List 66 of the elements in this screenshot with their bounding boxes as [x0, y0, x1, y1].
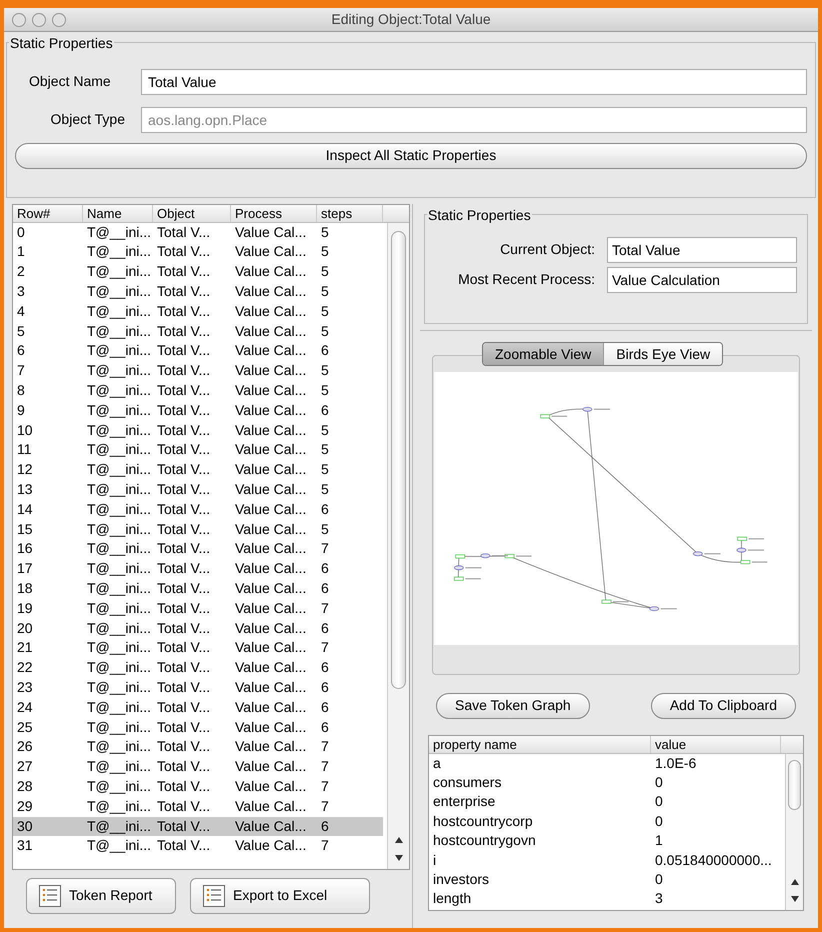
up-arrow-icon — [394, 836, 404, 844]
graph-node[interactable] — [737, 536, 765, 540]
view-tab[interactable]: Birds Eye View — [603, 342, 722, 365]
text-field[interactable]: Total Value — [607, 236, 797, 263]
up-arrow-icon — [790, 878, 800, 886]
table-cell-text: 0 — [654, 812, 664, 831]
table-cell-text: hostcountrygovn — [432, 831, 537, 850]
list-icon — [39, 884, 61, 907]
graph-node[interactable] — [736, 547, 765, 552]
window-control-button[interactable] — [52, 13, 66, 27]
table-row[interactable]: 30 T@__ini... Total V... Value Cal... 6 — [13, 816, 383, 836]
text-field[interactable]: Total Value — [141, 68, 807, 95]
inspect-button[interactable]: Inspect All Static Properties — [15, 142, 807, 169]
table-cell-text: 0 — [654, 870, 664, 889]
view-tab[interactable]: Zoomable View — [483, 342, 604, 365]
graph-node[interactable] — [740, 560, 768, 564]
column-header[interactable]: value — [651, 736, 781, 753]
graph-node[interactable] — [454, 565, 482, 570]
column-header[interactable]: steps — [317, 204, 383, 222]
field-label: Object Type — [50, 110, 126, 130]
graph-node[interactable] — [480, 553, 508, 558]
table-cell-text: 0 — [654, 773, 664, 792]
toolbar-button[interactable]: Token Report — [26, 878, 176, 914]
window-control-button[interactable] — [12, 13, 26, 27]
graph-node[interactable] — [693, 551, 721, 556]
table-cell-text: hostcountrycorp — [432, 812, 534, 831]
table-cell-text: a — [432, 754, 442, 773]
scroll-bar[interactable] — [387, 222, 409, 869]
table-cell-text: length — [432, 889, 472, 908]
down-arrow-icon — [394, 854, 404, 862]
window-title: Editing Object:Total Value — [331, 10, 491, 29]
down-arrow-icon — [790, 894, 800, 903]
list-icon — [203, 884, 225, 907]
table-cell-text: 0 — [654, 792, 664, 812]
graph-node[interactable] — [504, 554, 532, 558]
table-cell-text: 0.051840000000... — [654, 850, 773, 870]
table-cell-text: consumers — [432, 773, 502, 792]
text-field[interactable]: Value Calculation — [607, 266, 797, 293]
graph-button[interactable]: Save Token Graph — [436, 692, 590, 719]
table-cell-text: 3 — [654, 889, 664, 908]
table-cell-text: investors — [432, 870, 490, 889]
window-control-button[interactable] — [32, 13, 46, 27]
graph-node[interactable] — [649, 606, 678, 611]
graph-node[interactable] — [455, 554, 483, 558]
scroll-thumb[interactable] — [788, 760, 801, 810]
graph-node[interactable] — [602, 599, 629, 604]
table-row[interactable]: 0 T@__ini... Total V... Value Cal... 5 — [13, 222, 383, 242]
table-cell-text: 1 — [654, 831, 664, 850]
toolbar-button[interactable]: Export to Excel — [190, 878, 370, 914]
field-label: Object Name — [28, 72, 112, 92]
field-label: Most Recent Process: — [457, 270, 596, 290]
scroll-bar[interactable] — [785, 754, 803, 910]
graph-node[interactable] — [582, 406, 611, 412]
graph-node[interactable] — [454, 576, 482, 580]
scroll-thumb[interactable] — [391, 230, 406, 689]
column-header[interactable]: Row# — [13, 204, 83, 222]
column-header[interactable]: property name — [429, 736, 651, 753]
table-cell-text: enterprise — [432, 792, 496, 812]
column-header[interactable]: Name — [83, 204, 153, 222]
column-header[interactable]: Process — [231, 204, 317, 222]
field-label: Current Object: — [499, 240, 596, 260]
graph-button[interactable]: Add To Clipboard — [650, 692, 796, 719]
table-cell-text: i — [432, 850, 438, 870]
column-header[interactable]: Object — [153, 204, 231, 222]
graph-node[interactable] — [540, 414, 568, 418]
table-cell-text: 1.0E-6 — [654, 754, 698, 773]
